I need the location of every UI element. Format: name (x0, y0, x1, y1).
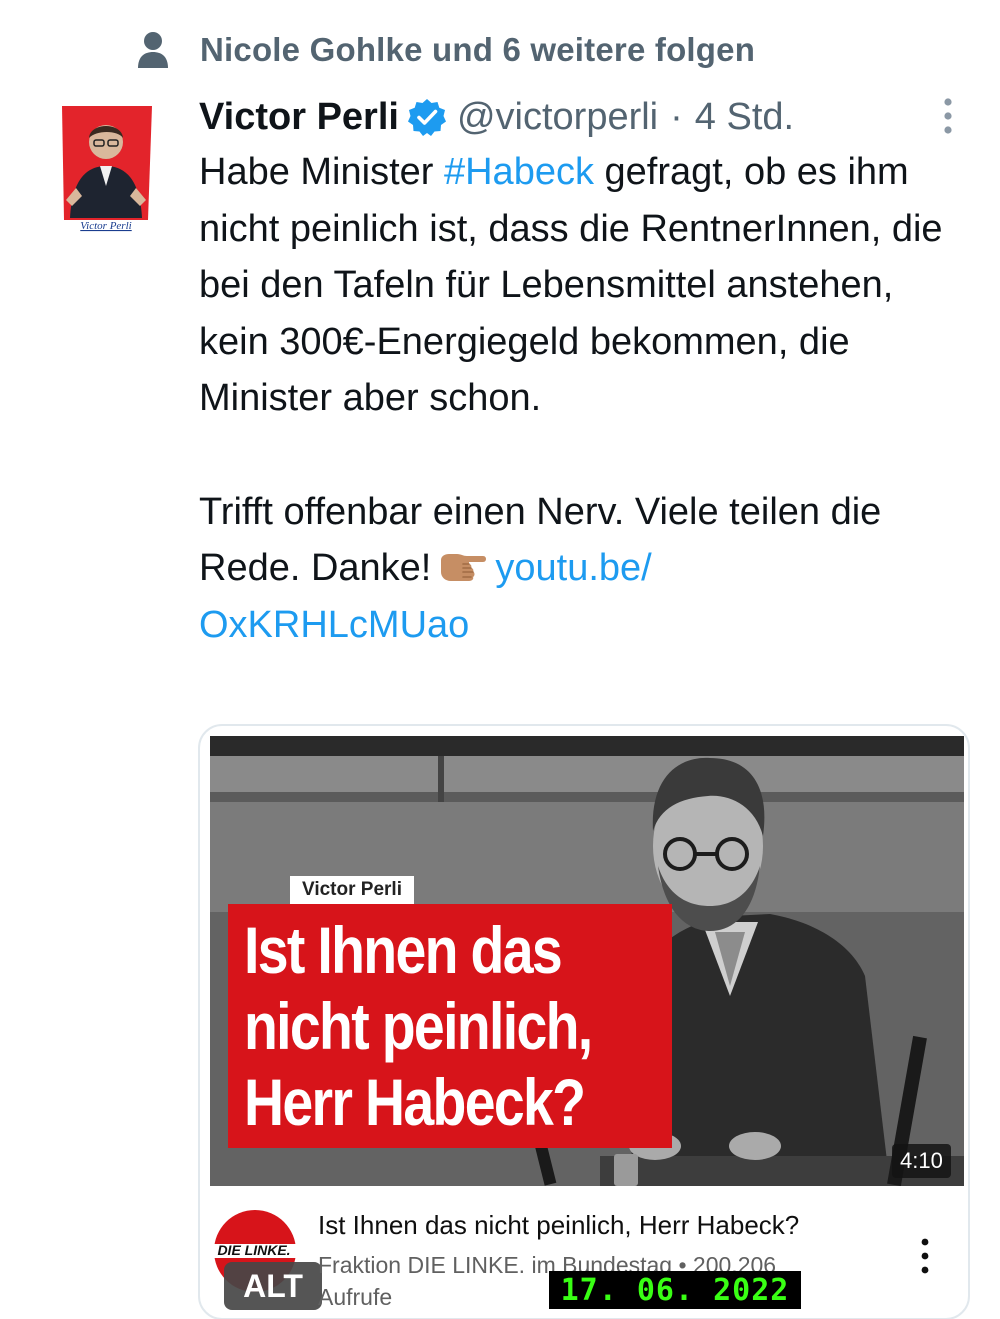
thumbnail-headline-line-2: nicht peinlich, (244, 989, 593, 1063)
social-context[interactable]: Nicole Gohlke und 6 weitere folgen (136, 28, 755, 72)
video-thumbnail[interactable]: Victor Perli Ist Ihnen das nicht peinlic… (210, 736, 964, 1186)
more-options-icon[interactable] (938, 97, 958, 135)
tweet-url-line-2[interactable]: OxKRHLcMUao (199, 604, 469, 646)
verified-badge-icon (407, 99, 446, 136)
author-handle[interactable]: @victorperli (457, 96, 658, 139)
tweet-text-part1: Habe Minister (199, 151, 444, 193)
video-duration-badge: 4:10 (892, 1144, 951, 1178)
pointing-right-hand-emoji-icon (441, 554, 487, 582)
avatar-image: Victor Perli (52, 100, 160, 234)
tweet-timestamp[interactable]: 4 Std. (695, 96, 794, 139)
tweet-paragraph-2: Trifft offenbar einen Nerv. Viele teilen… (199, 484, 959, 654)
thumbnail-headline-line-3: Herr Habeck? (244, 1065, 586, 1139)
channel-logo-text: DIE LINKE. (217, 1242, 290, 1258)
avatar-caption: Victor Perli (80, 220, 131, 232)
thumbnail-headline: Ist Ihnen das nicht peinlich, Herr Habec… (228, 904, 672, 1148)
alt-text-badge[interactable]: ALT (224, 1262, 322, 1310)
header-separator: · (670, 95, 683, 138)
tweet-text: Habe Minister #Habeck gefragt, ob es ihm… (199, 144, 959, 653)
person-icon (138, 32, 168, 68)
thumbnail-headline-line-1: Ist Ihnen das (244, 913, 563, 987)
tweet-header: Victor Perli @victorperli · 4 Std. (199, 92, 794, 142)
video-more-options-icon[interactable] (918, 1236, 932, 1276)
youtube-link-card[interactable]: Victor Perli Ist Ihnen das nicht peinlic… (198, 724, 970, 1319)
thumbnail-name-tag: Victor Perli (290, 876, 414, 904)
date-stamp-overlay: 17. 06. 2022 (549, 1271, 801, 1309)
views-label: Aufrufe (318, 1284, 393, 1310)
author-name[interactable]: Victor Perli (199, 96, 399, 139)
tweet-url-line-1[interactable]: youtu.be/ (495, 547, 651, 589)
author-avatar[interactable]: Victor Perli (52, 100, 160, 234)
social-context-text: Nicole Gohlke und 6 weitere folgen (200, 31, 756, 68)
tweet-paragraph-1: Habe Minister #Habeck gefragt, ob es ihm… (199, 144, 959, 427)
video-title[interactable]: Ist Ihnen das nicht peinlich, Herr Habec… (318, 1210, 799, 1241)
hashtag-link[interactable]: #Habeck (444, 151, 594, 193)
